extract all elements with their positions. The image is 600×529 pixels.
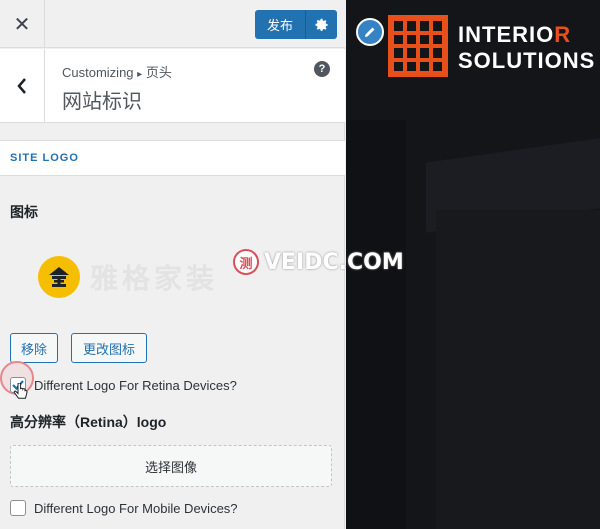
brand-name-accent: R [554,22,572,47]
brand-name-main: INTERIO [458,22,555,47]
breadcrumb-root: Customizing [62,65,134,80]
pencil-icon [365,27,375,37]
edit-shortcut-button[interactable] [356,18,384,46]
help-icon[interactable]: ? [314,61,330,77]
breadcrumb-separator-icon: ▸ [137,69,143,80]
preview-background-shape [346,120,406,529]
logo-preview: 雅格家装 [38,255,218,299]
back-button[interactable] [0,49,45,123]
logo-emblem-icon [38,256,80,298]
brand-name-line1: INTERIOR [458,22,571,48]
change-logo-button[interactable]: 更改图标 [71,333,147,363]
breadcrumb: Customizing ▸ 页头 [62,62,172,81]
select-image-button[interactable]: 选择图像 [10,445,332,487]
close-icon: ✕ [13,13,31,36]
breadcrumb-leaf: 页头 [145,65,172,80]
watermark-text: VEIDC.COM [264,249,404,275]
brand-logo-icon [388,15,448,77]
section-header: Customizing ▸ 页头 网站标识 ? [0,49,345,123]
close-button[interactable]: ✕ [0,0,45,48]
publish-group: 发布 [255,10,338,39]
watermark-badge: 测 [233,249,259,275]
preview-background-shape [436,210,600,529]
mobile-logo-checkbox-label: Different Logo For Mobile Devices? [34,500,238,516]
remove-logo-button[interactable]: 移除 [10,333,58,363]
brand-name-line2: SOLUTIONS [458,48,596,73]
retina-logo-checkbox-label: Different Logo For Retina Devices? [34,377,237,393]
logo-text: 雅格家装 [90,263,219,294]
logo-control-label: 图标 [10,204,38,220]
section-title: 网站标识 [62,91,142,113]
publish-settings-button[interactable] [305,10,338,39]
retina-logo-label: 高分辨率（Retina）logo [10,414,167,430]
watermark: 测 VEIDC.COM [233,249,404,275]
mobile-logo-checkbox[interactable] [10,500,26,516]
gear-icon [315,18,328,31]
hand-pointer-icon [13,383,28,399]
retina-logo-option[interactable]: Different Logo For Retina Devices? [10,377,237,393]
site-logo-heading-bar: SITE LOGO [0,140,345,176]
mobile-logo-option[interactable]: Different Logo For Mobile Devices? [10,500,238,516]
publish-button[interactable]: 发布 [255,10,306,39]
site-logo-heading: SITE LOGO [10,152,79,164]
customizer-topbar: ✕ 发布 [0,0,345,48]
chevron-left-icon [17,78,26,94]
